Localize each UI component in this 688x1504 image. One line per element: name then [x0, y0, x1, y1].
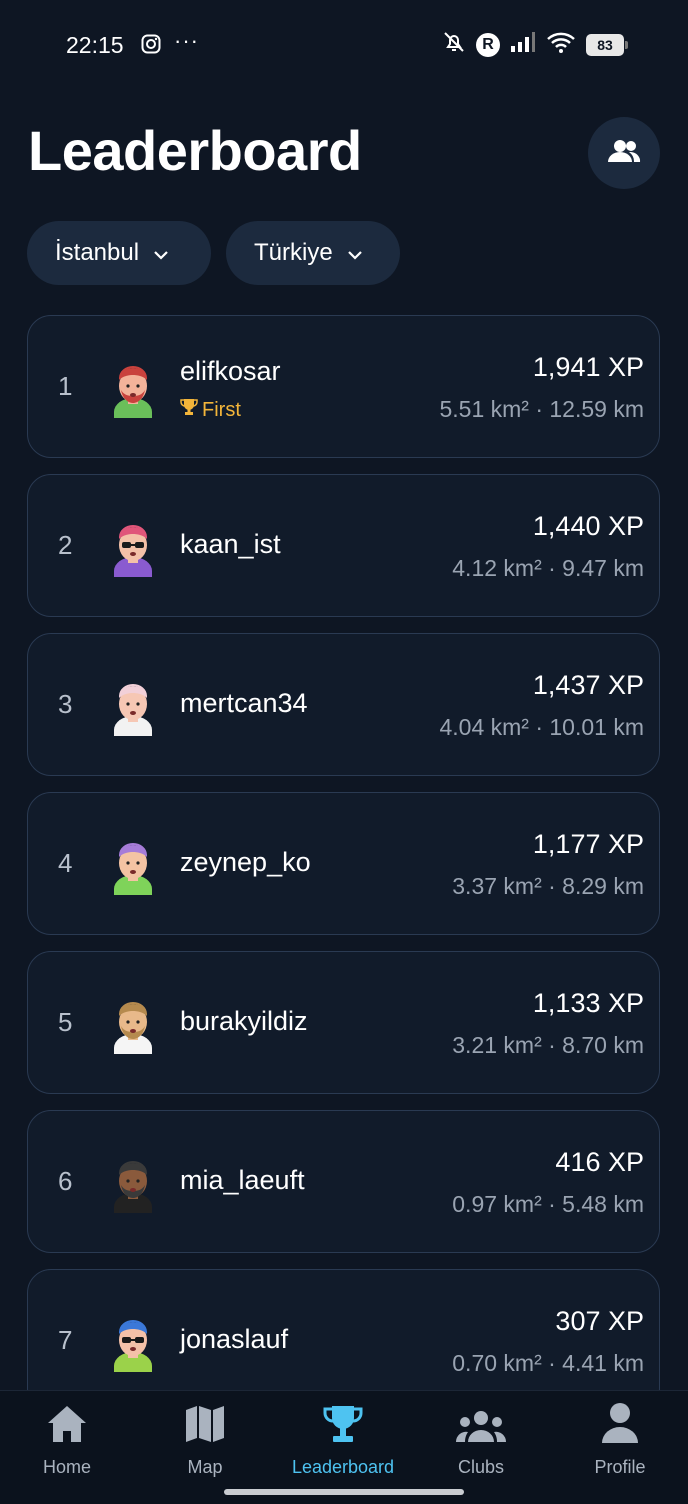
xp-value: 1,177 XP [532, 829, 644, 859]
distance-stats: 0.70 km² · 4.41 km [452, 1350, 644, 1376]
more-notifications-icon: ··· [174, 28, 199, 53]
leaderboard-row[interactable]: 1 elifkosar First 1,941 XP 5.51 km² · 12.59 … [27, 315, 660, 458]
nav-profile[interactable]: Profile [551, 1402, 688, 1478]
signal-icon [510, 31, 536, 58]
badge-label: First [202, 398, 241, 421]
country-filter-label: Türkiye [254, 239, 333, 266]
username: elifkosar [180, 356, 281, 386]
home-icon [46, 1404, 88, 1449]
friends-button[interactable] [588, 117, 660, 189]
xp-value: 307 XP [555, 1306, 644, 1336]
leaderboard-row[interactable]: 3 mertcan34 1,437 XP 4.04 km² · 10.01 km [27, 633, 660, 776]
bottom-navigation: Home Map Leaderboard Clubs Profile [0, 1390, 688, 1504]
trophy-icon [322, 1404, 364, 1449]
rank-number: 7 [58, 1325, 73, 1355]
first-place-badge: First [180, 398, 241, 422]
avatar [110, 1159, 156, 1213]
rank-number: 4 [58, 848, 73, 878]
distance-stats: 3.37 km² · 8.29 km [452, 873, 644, 899]
rank-number: 1 [58, 371, 73, 401]
avatar [110, 364, 156, 418]
xp-value: 416 XP [555, 1147, 644, 1177]
instagram-icon [141, 34, 161, 59]
avatar [110, 841, 156, 895]
username: mertcan34 [180, 688, 308, 718]
battery-icon: 83 [586, 33, 628, 56]
username: burakyildiz [180, 1006, 308, 1036]
filter-bar: İstanbul Türkiye [27, 221, 400, 285]
rank-number: 3 [58, 689, 73, 719]
chevron-down-icon [153, 239, 169, 267]
nav-map[interactable]: Map [136, 1405, 274, 1478]
username: jonaslauf [180, 1324, 289, 1354]
distance-stats: 5.51 km² · 12.59 km [439, 396, 644, 422]
leaderboard-row[interactable]: 6 mia_laeuft 416 XP 0.97 km² · 5.48 km [27, 1110, 660, 1253]
xp-value: 1,437 XP [532, 670, 644, 700]
city-filter-label: İstanbul [55, 239, 140, 266]
distance-stats: 0.97 km² · 5.48 km [452, 1191, 644, 1217]
map-icon [185, 1404, 225, 1449]
username: zeynep_ko [180, 847, 311, 877]
avatar [110, 1318, 156, 1372]
nav-map-label: Map [187, 1457, 223, 1477]
r-badge-icon: R [476, 32, 500, 57]
xp-value: 1,440 XP [532, 511, 644, 541]
username: mia_laeuft [180, 1165, 305, 1195]
leaderboard-row[interactable]: 5 burakyildiz 1,133 XP 3.21 km² · 8.70 km [27, 951, 660, 1094]
wifi-icon [546, 30, 576, 59]
leaderboard-row[interactable]: 7 jonaslauf 307 XP 0.70 km² · 4.41 km [27, 1269, 660, 1390]
status-time: 22:15 [66, 32, 124, 58]
status-bar: 22:15 ··· R 83 [0, 28, 688, 64]
avatar [110, 1000, 156, 1054]
home-indicator[interactable] [224, 1489, 464, 1495]
avatar [110, 523, 156, 577]
page-title: Leaderboard [28, 119, 362, 182]
rank-number: 2 [58, 530, 73, 560]
nav-leaderboard-label: Leaderboard [291, 1457, 395, 1477]
nav-clubs[interactable]: Clubs [412, 1405, 550, 1478]
city-filter-dropdown[interactable]: İstanbul [27, 221, 211, 285]
xp-value: 1,133 XP [532, 988, 644, 1018]
rank-number: 6 [58, 1166, 73, 1196]
rank-number: 5 [58, 1007, 73, 1037]
bell-off-icon [442, 30, 466, 59]
leaderboard-list[interactable]: 1 elifkosar First 1,941 XP 5.51 km² · 12.59 … [27, 315, 660, 1390]
trophy-icon [180, 398, 198, 422]
distance-stats: 4.04 km² · 10.01 km [439, 714, 644, 740]
distance-stats: 4.12 km² · 9.47 km [452, 555, 644, 581]
distance-stats: 3.21 km² · 8.70 km [452, 1032, 644, 1058]
group-icon [455, 1410, 507, 1449]
people-icon [607, 139, 641, 168]
leaderboard-row[interactable]: 2 kaan_ist 1,440 XP 4.12 km² · 9.47 km [27, 474, 660, 617]
nav-home-label: Home [42, 1457, 91, 1477]
chevron-down-icon [347, 239, 363, 267]
avatar [110, 682, 156, 736]
xp-value: 1,941 XP [532, 352, 644, 382]
username: kaan_ist [180, 529, 281, 559]
leaderboard-row[interactable]: 4 zeynep_ko 1,177 XP 3.37 km² · 8.29 km [27, 792, 660, 935]
country-filter-dropdown[interactable]: Türkiye [226, 221, 400, 285]
person-icon [601, 1402, 639, 1449]
nav-home[interactable]: Home [0, 1405, 136, 1478]
nav-leaderboard[interactable]: Leaderboard [274, 1405, 412, 1478]
nav-clubs-label: Clubs [457, 1457, 505, 1477]
nav-profile-label: Profile [594, 1457, 646, 1477]
